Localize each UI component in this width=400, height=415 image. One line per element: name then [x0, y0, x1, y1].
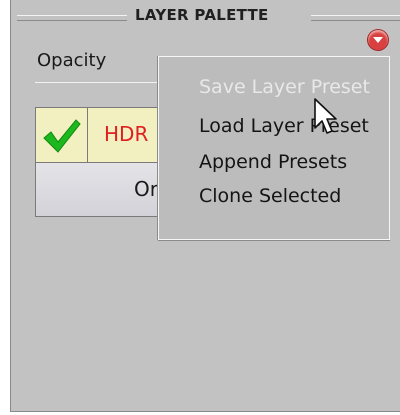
- menu-item-save-layer-preset[interactable]: Save Layer Preset: [199, 76, 370, 98]
- menu-item-clone-selected[interactable]: Clone Selected: [199, 185, 341, 207]
- menu-item-load-layer-preset[interactable]: Load Layer Preset: [199, 115, 369, 137]
- context-menu: Save Layer Preset Load Layer Preset Appe…: [158, 56, 390, 240]
- panel-titlebar[interactable]: LAYER PALETTE: [11, 0, 400, 30]
- panel-title: LAYER PALETTE: [135, 6, 269, 24]
- title-divider-left: [17, 15, 127, 21]
- menu-item-append-presets[interactable]: Append Presets: [199, 151, 347, 173]
- mouse-cursor-icon: [314, 98, 337, 134]
- layer-name: HDR: [104, 122, 149, 146]
- layer-visibility-toggle[interactable]: [35, 107, 87, 163]
- panel-menu-button[interactable]: [368, 30, 388, 50]
- title-divider-right: [311, 15, 400, 21]
- checkmark-icon: [43, 119, 81, 153]
- opacity-label: Opacity: [37, 50, 107, 71]
